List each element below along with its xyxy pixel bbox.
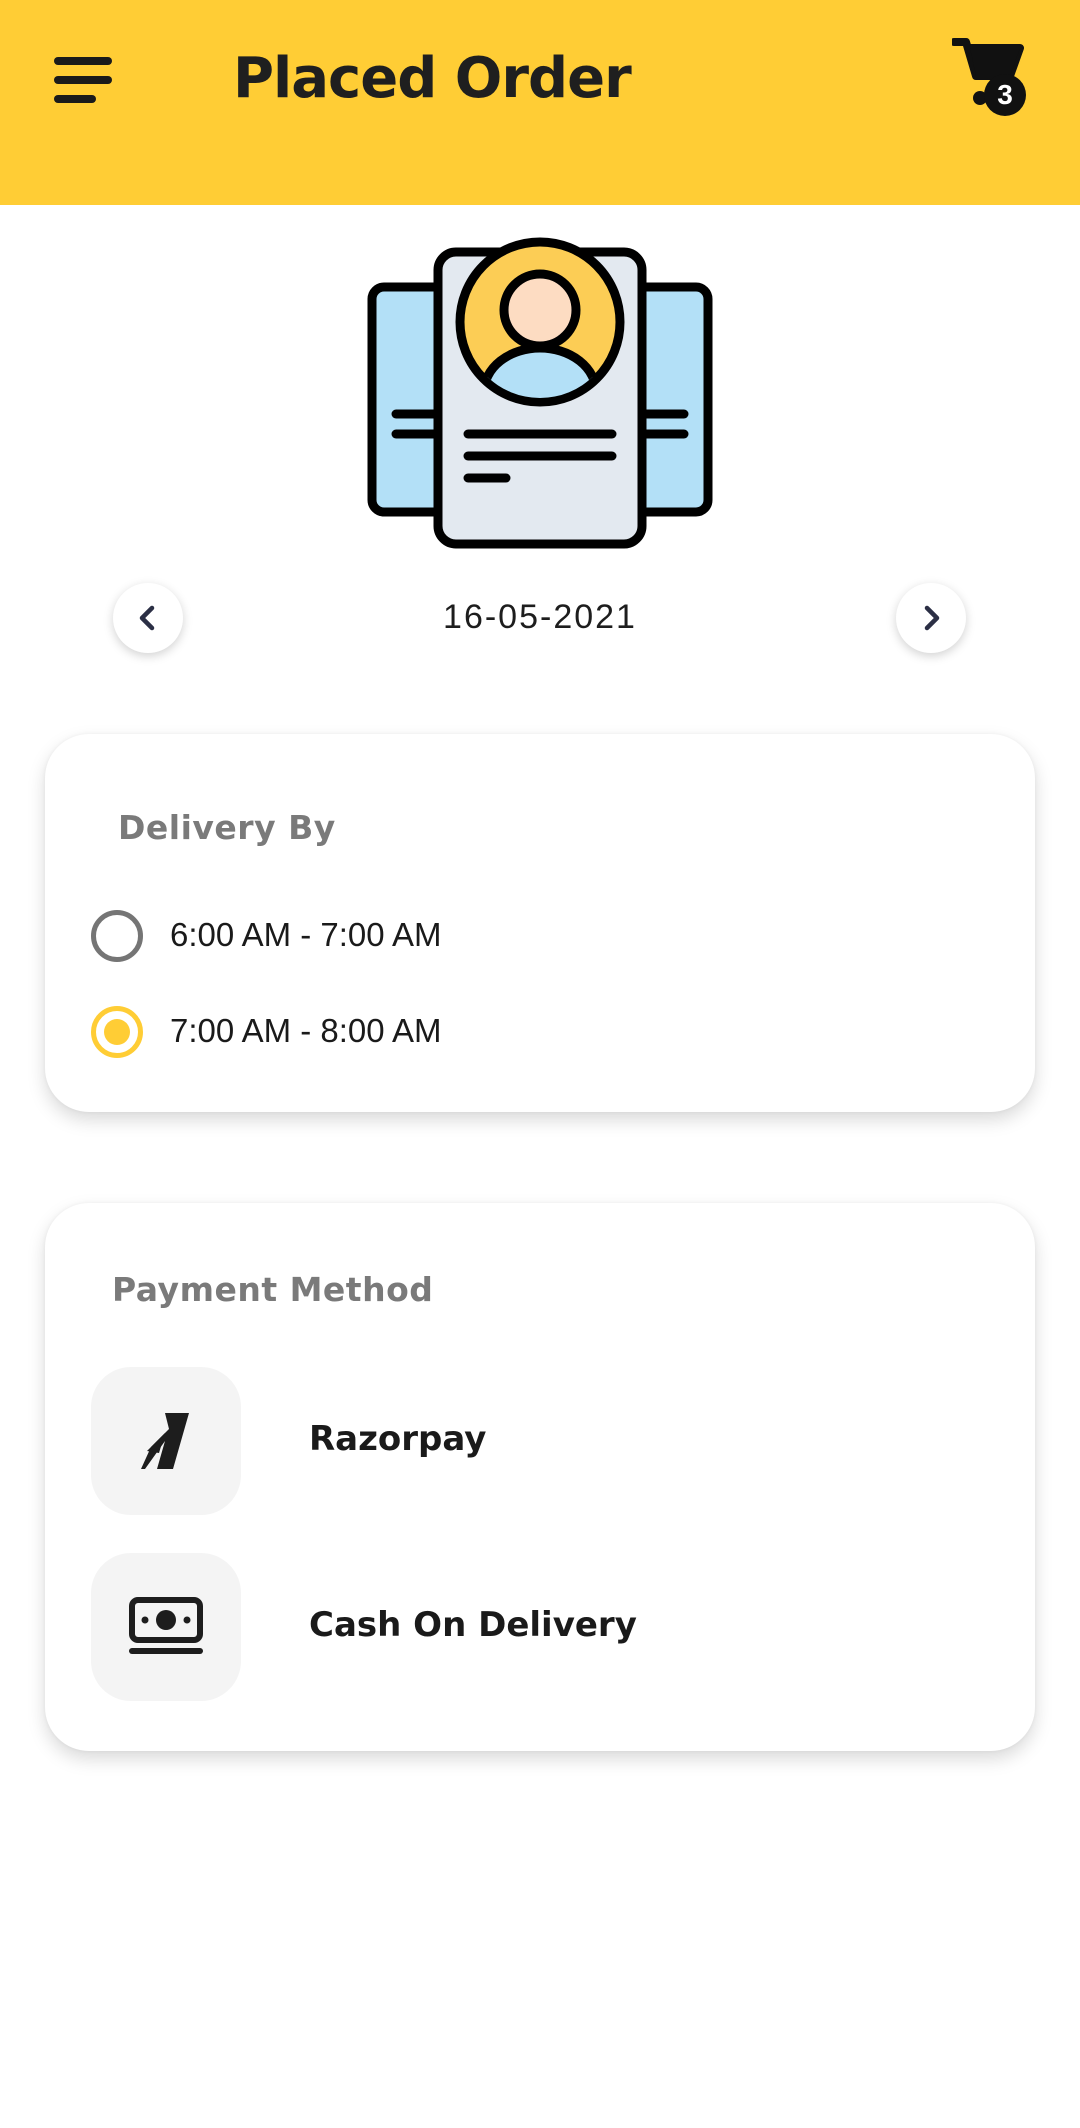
- delivery-option-2[interactable]: 7:00 AM - 8:00 AM: [91, 1004, 691, 1068]
- delivery-option-label: 6:00 AM - 7:00 AM: [170, 916, 442, 953]
- payment-card: Payment Method Razorpay Cash On Delivery: [45, 1203, 1035, 1751]
- cash-on-delivery-label: Cash On Delivery: [309, 1605, 637, 1645]
- delivery-option-1[interactable]: 6:00 AM - 7:00 AM: [91, 908, 691, 972]
- cash-icon: [129, 1597, 203, 1654]
- delivery-title: Delivery By: [118, 808, 336, 847]
- razorpay-logo-icon: [141, 1413, 189, 1469]
- radio-selected[interactable]: [91, 1006, 143, 1058]
- razorpay-label: Razorpay: [309, 1419, 487, 1459]
- page-title: Placed Order: [233, 46, 632, 111]
- selected-date: 16-05-2021: [443, 598, 637, 636]
- previous-date-button[interactable]: [113, 583, 183, 653]
- cart-button[interactable]: 3: [950, 36, 1032, 118]
- next-date-button[interactable]: [896, 583, 966, 653]
- menu-icon-bar-top: [54, 57, 112, 65]
- payment-method-cash-on-delivery[interactable]: Cash On Delivery: [91, 1553, 971, 1703]
- chevron-right-icon: [924, 605, 940, 631]
- radio-unselected[interactable]: [91, 910, 143, 962]
- payment-title: Payment Method: [112, 1270, 434, 1309]
- delivery-card: Delivery By 6:00 AM - 7:00 AM 7:00 AM - …: [45, 734, 1035, 1112]
- cash-icon-box: [91, 1553, 241, 1701]
- menu-icon-bar-middle: [54, 76, 112, 84]
- menu-button[interactable]: [50, 55, 116, 105]
- menu-icon-bar-bottom: [54, 95, 96, 103]
- delivery-option-label: 7:00 AM - 8:00 AM: [170, 1012, 442, 1049]
- cart-count-badge: 3: [984, 74, 1026, 116]
- razorpay-icon-box: [91, 1367, 241, 1515]
- app-bar: Placed Order 3: [0, 0, 1080, 205]
- chevron-left-icon: [139, 605, 155, 631]
- profile-document-icon: [367, 237, 713, 549]
- payment-method-razorpay[interactable]: Razorpay: [91, 1367, 971, 1517]
